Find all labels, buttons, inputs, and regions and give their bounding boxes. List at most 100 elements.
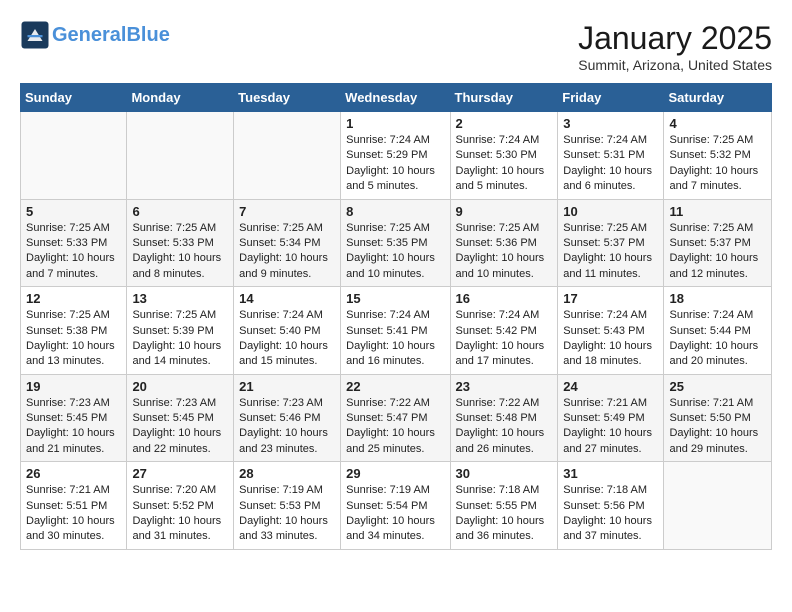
cell-line: Sunset: 5:30 PM xyxy=(456,149,537,161)
cell-line: Daylight: 10 hours xyxy=(669,165,758,177)
calendar-cell: 4Sunrise: 7:25 AMSunset: 5:32 PMDaylight… xyxy=(664,112,772,200)
cell-line: and 16 minutes. xyxy=(346,355,424,367)
day-number: 10 xyxy=(563,204,658,219)
cell-line: Sunset: 5:31 PM xyxy=(563,149,644,161)
logo-line2: Blue xyxy=(126,24,169,46)
cell-line: Daylight: 10 hours xyxy=(456,340,545,352)
cell-content: Sunrise: 7:24 AMSunset: 5:29 PMDaylight:… xyxy=(346,133,444,195)
cell-line: Sunset: 5:51 PM xyxy=(26,500,107,512)
calendar-cell: 28 Sunrise: 7:19 AMSunset: 5:53 PMDayligh… xyxy=(234,462,341,550)
cell-line: and 25 minutes. xyxy=(346,443,424,455)
cell-line: and 37 minutes. xyxy=(563,530,641,542)
cell-line: Daylight: 10 hours xyxy=(563,515,652,527)
header-day-monday: Monday xyxy=(127,84,234,112)
cell-content: Sunrise: 7:18 AMSunset: 5:56 PMDaylight:… xyxy=(563,483,658,545)
cell-line: Daylight: 10 hours xyxy=(239,252,328,264)
cell-line: and 36 minutes. xyxy=(456,530,534,542)
calendar-cell: 24Sunrise: 7:21 AMSunset: 5:49 PMDayligh… xyxy=(558,374,664,462)
cell-line: Sunset: 5:33 PM xyxy=(26,237,107,249)
cell-content: Sunrise: 7:24 AMSunset: 5:44 PMDaylight:… xyxy=(669,308,766,370)
day-number: 18 xyxy=(669,291,766,306)
cell-line: and 34 minutes. xyxy=(346,530,424,542)
logo-line1: General xyxy=(52,24,126,46)
cell-content: Sunrise: 7:24 AM Sunset: 5:42 PM Daylight:… xyxy=(456,308,553,370)
cell-line: Sunrise: 7:23 AM xyxy=(26,397,110,409)
calendar-cell: 2Sunrise: 7:24 AMSunset: 5:30 PMDaylight… xyxy=(450,112,558,200)
cell-content: Sunrise: 7:21 AMSunset: 5:50 PMDaylight:… xyxy=(669,396,766,458)
logo: GeneralBlue xyxy=(20,20,170,50)
calendar-body: 1Sunrise: 7:24 AMSunset: 5:29 PMDaylight… xyxy=(21,112,772,550)
week-row-2: 5Sunrise: 7:25 AMSunset: 5:33 PMDaylight… xyxy=(21,199,772,287)
cell-line: and 20 minutes. xyxy=(669,355,747,367)
cell-line: Sunset: 5:29 PM xyxy=(346,149,427,161)
cell-line: and 6 minutes. xyxy=(563,180,635,192)
cell-content: Sunrise: 7:20 AMSunset: 5:52 PMDaylight:… xyxy=(132,483,228,545)
day-number: 28 xyxy=(239,466,335,481)
cell-line: Sunrise: 7:25 AM xyxy=(26,309,110,321)
cell-line: Sunrise: 7:21 AM xyxy=(669,397,753,409)
cell-line: Sunrise: 7:24 AM xyxy=(346,309,430,321)
calendar-cell xyxy=(664,462,772,550)
cell-line: Sunrise: 7:25 AM xyxy=(26,222,110,234)
cell-content: Sunrise: 7:23 AMSunset: 5:46 PMDaylight:… xyxy=(239,396,335,458)
cell-line: Sunrise: 7:25 AM xyxy=(132,222,216,234)
day-number: 29 xyxy=(346,466,444,481)
cell-line: Daylight: 10 hours xyxy=(346,252,435,264)
cell-line: Sunset: 5:37 PM xyxy=(563,237,644,249)
cell-line: Sunset: 5:36 PM xyxy=(456,237,537,249)
cell-content: Sunrise: 7:25 AMSunset: 5:39 PMDaylight:… xyxy=(132,308,228,370)
cell-line: and 7 minutes. xyxy=(26,268,98,280)
cell-line: Sunset: 5:41 PM xyxy=(346,325,427,337)
cell-line: Sunset: 5:48 PM xyxy=(456,412,537,424)
cell-line: and 22 minutes. xyxy=(132,443,210,455)
day-number: 22 xyxy=(346,379,444,394)
day-number: 13 xyxy=(132,291,228,306)
cell-content: Sunrise: 7:19 AMSunset: 5:53 PMDaylight:… xyxy=(239,483,335,545)
cell-line: Sunset: 5:42 PM xyxy=(456,325,537,337)
cell-line: Sunset: 5:47 PM xyxy=(346,412,427,424)
calendar-cell xyxy=(21,112,127,200)
cell-content: Sunrise: 7:25 AMSunset: 5:38 PMDaylight:… xyxy=(26,308,121,370)
day-number: 2 xyxy=(456,116,553,131)
cell-content: Sunrise: 7:23 AMSunset: 5:45 PMDaylight:… xyxy=(132,396,228,458)
cell-line: Sunset: 5:45 PM xyxy=(132,412,213,424)
cell-line: and 13 minutes. xyxy=(26,355,104,367)
calendar-cell: 9Sunrise: 7:25 AMSunset: 5:36 PMDaylight… xyxy=(450,199,558,287)
cell-line: Sunrise: 7:24 AM xyxy=(669,309,753,321)
cell-line: Sunset: 5:37 PM xyxy=(669,237,750,249)
cell-line: Sunset: 5:46 PM xyxy=(239,412,320,424)
calendar-cell: 23Sunrise: 7:22 AMSunset: 5:48 PMDayligh… xyxy=(450,374,558,462)
cell-line: Sunset: 5:54 PM xyxy=(346,500,427,512)
calendar-cell: 5Sunrise: 7:25 AMSunset: 5:33 PMDaylight… xyxy=(21,199,127,287)
calendar-cell xyxy=(127,112,234,200)
day-number: 19 xyxy=(26,379,121,394)
cell-line: Sunrise: 7:25 AM xyxy=(563,222,647,234)
cell-line: Sunrise: 7:24 AM xyxy=(239,309,323,321)
cell-content: Sunrise: 7:25 AMSunset: 5:32 PMDaylight:… xyxy=(669,133,766,195)
cell-line: Sunset: 5:55 PM xyxy=(456,500,537,512)
day-number: 16 xyxy=(456,291,553,306)
cell-line: Daylight: 10 hours xyxy=(26,340,115,352)
calendar-cell: 22Sunrise: 7:22 AMSunset: 5:47 PMDayligh… xyxy=(341,374,450,462)
header-day-sunday: Sunday xyxy=(21,84,127,112)
cell-line: and 21 minutes. xyxy=(26,443,104,455)
calendar-cell: 18 Sunrise: 7:24 AMSunset: 5:44 PMDayligh… xyxy=(664,287,772,375)
calendar-cell: 1Sunrise: 7:24 AMSunset: 5:29 PMDaylight… xyxy=(341,112,450,200)
cell-line: Sunset: 5:49 PM xyxy=(563,412,644,424)
cell-line: Daylight: 10 hours xyxy=(239,515,328,527)
cell-line: Daylight: 10 hours xyxy=(563,252,652,264)
cell-line: Daylight: 10 hours xyxy=(669,427,758,439)
day-number: 14 xyxy=(239,291,335,306)
calendar-cell xyxy=(234,112,341,200)
cell-line: Sunrise: 7:22 AM xyxy=(346,397,430,409)
cell-content: Sunrise: 7:19 AMSunset: 5:54 PMDaylight:… xyxy=(346,483,444,545)
cell-line: and 30 minutes. xyxy=(26,530,104,542)
page-header: GeneralBlue January 2025 Summit, Arizona… xyxy=(20,20,772,73)
day-number: 24 xyxy=(563,379,658,394)
cell-line: Sunrise: 7:24 AM xyxy=(456,309,540,321)
day-number: 25 xyxy=(669,379,766,394)
calendar-cell: 27Sunrise: 7:20 AMSunset: 5:52 PMDayligh… xyxy=(127,462,234,550)
cell-line: Sunset: 5:33 PM xyxy=(132,237,213,249)
cell-line: and 33 minutes. xyxy=(239,530,317,542)
cell-content: Sunrise: 7:25 AMSunset: 5:35 PMDaylight:… xyxy=(346,221,444,283)
